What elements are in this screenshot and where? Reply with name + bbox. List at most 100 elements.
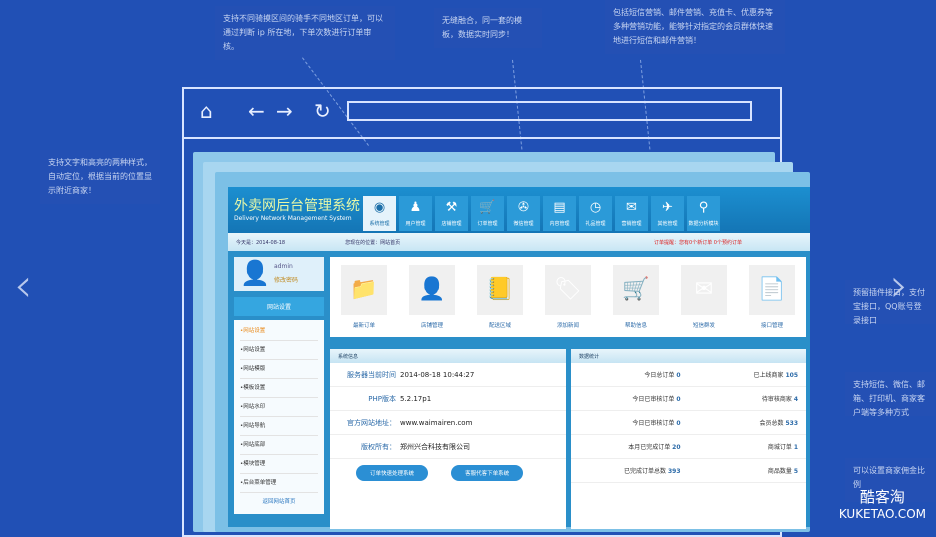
tab-3[interactable]: 🛒 订单管理 [471,196,504,231]
stat-value: 1 [793,444,798,451]
info-value: www.waimairen.com [400,418,473,427]
sidebar-title: 网站设置 [234,297,324,316]
tab-6[interactable]: ◷ 礼品管理 [579,196,612,231]
quick-action[interactable]: ✉ 短信群发 [681,265,727,337]
info-value: 5.2.17p1 [400,394,432,403]
sidebar-item[interactable]: •网站模版 [240,360,318,379]
stat-row: 已完成订单总数 393 商品数量 5 [571,459,806,483]
order-process-button[interactable]: 订单快速处理系统 [356,465,429,481]
quick-action-icon: 📒 [477,265,523,315]
tab-label: 其他管理 [657,221,678,227]
info-key: 版权所有： [361,442,396,451]
tab-8[interactable]: ✈ 其他管理 [651,196,684,231]
tab-1[interactable]: ♟ 用户管理 [399,196,432,231]
tab-4[interactable]: ✇ 微信管理 [507,196,540,231]
annotation-sync: 无缝融合，同一套的模板，数据实时同步！ [434,8,542,48]
quick-action[interactable]: 🏷 添加新闻 [545,265,591,337]
quick-action-label: 接口管理 [760,323,783,329]
quick-action-label: 配送区域 [488,323,511,329]
tab-icon: ✈ [662,200,673,215]
stat-cell: 已上线商家 105 [689,370,807,379]
quick-action[interactable]: 📒 配送区域 [477,265,523,337]
info-value: 郑州兴合科技有限公司 [400,442,470,451]
sidebar-item[interactable]: •网站底部 [240,436,318,455]
admin-window: 外卖网后台管理系统 Delivery Network Management Sys… [228,187,810,529]
admin-logo: 外卖网后台管理系统 Delivery Network Management Sys… [234,198,360,222]
sidebar-item[interactable]: •模板设置 [240,379,318,398]
address-bar[interactable] [347,101,752,121]
annotation-marketing: 包括短信营销、邮件营销、充值卡、优惠券等多种营销功能，能够针对指定的会员群体快速… [605,0,785,54]
stat-cell: 会员总数 533 [689,418,807,427]
annotation-location: 支持文字和高亮的两种样式，自动定位，根据当前的位置显示附近商家！ [40,150,160,204]
stat-value: 5 [793,468,798,475]
stat-cell: 今日总订单 0 [571,370,689,379]
stat-value: 0 [676,396,681,403]
back-home-link[interactable]: 返回网站首页 [240,493,318,512]
change-password-link[interactable]: 修改密码 [274,275,298,284]
stat-cell: 本月已完成订单 20 [571,442,689,451]
quick-action[interactable]: 🛒 帮助信息 [613,265,659,337]
stat-label: 会员总数 [759,420,784,427]
sidebar-item[interactable]: •模块管理 [240,455,318,474]
quick-action[interactable]: 📁 最新订单 [341,265,387,337]
sidebar-item[interactable]: •网站水印 [240,398,318,417]
back-arrow-icon[interactable]: ← [248,99,265,123]
stat-cell: 商城订单 1 [689,442,807,451]
tab-0[interactable]: ◉ 系统管理 [363,196,396,231]
stat-value: 20 [672,444,681,451]
quick-action-label: 最新订单 [352,323,375,329]
info-row: 服务器当前时间 2014-08-18 10:44:27 [330,363,566,387]
watermark-logo: 酷客淘 KUKETAO.COM [838,488,926,521]
home-icon[interactable]: ⌂ [200,99,213,123]
tab-label: 数据分析模块 [688,221,719,227]
tab-icon: ✇ [518,200,529,215]
next-slide-icon[interactable]: › [890,258,908,312]
order-alert: 订单提醒：您有0个新订单 0个预约订单 [654,239,742,246]
tab-icon: ⚲ [698,200,709,215]
stat-row: 今日已审核订单 0 会员总数 533 [571,411,806,435]
sidebar-item[interactable]: •网站导航 [240,417,318,436]
tab-label: 用户管理 [405,221,426,227]
tab-7[interactable]: ✉ 营销管理 [615,196,648,231]
tab-5[interactable]: ▤ 内容管理 [543,196,576,231]
stat-value: 105 [785,372,798,379]
stat-cell: 已完成订单总数 393 [571,466,689,475]
quick-action-icon: 👤 [409,265,455,315]
quick-action-label: 添加新闻 [556,323,579,329]
system-info-panel: 系统信息 服务器当前时间 2014-08-18 10:44:27 PHP版本 5.2.… [330,349,566,529]
customer-order-button[interactable]: 客服代客下单系统 [451,465,524,481]
quick-action-label: 店铺管理 [420,323,443,329]
tab-2[interactable]: ⚒ 店铺管理 [435,196,468,231]
info-value: 2014-08-18 10:44:27 [400,370,475,379]
info-bar: 今天是：2014-08-18 您现在的位置：网站首页 订单提醒：您有0个新订单 … [228,233,810,251]
stat-row: 今日总订单 0 已上线商家 105 [571,363,806,387]
tab-icon: ♟ [409,200,422,215]
refresh-icon[interactable]: ↻ [314,99,331,123]
forward-arrow-icon[interactable]: → [276,99,293,123]
quick-action[interactable]: 📄 接口管理 [749,265,795,337]
stat-label: 今日已审核订单 [632,396,675,403]
quick-action[interactable]: 👤 店铺管理 [409,265,455,337]
tab-icon: ▤ [553,200,566,215]
tab-label: 礼品管理 [585,221,606,227]
tab-icon: 🛒 [479,200,496,215]
stat-label: 今日已审核订单 [632,420,675,427]
quick-action-icon: 📁 [341,265,387,315]
quick-action-icon: ✉ [681,265,727,315]
prev-slide-icon[interactable]: ‹ [14,258,32,312]
info-key: PHP版本 [368,394,396,403]
stat-value: 533 [785,420,798,427]
tab-label: 店铺管理 [441,221,462,227]
info-row: PHP版本 5.2.17p1 [330,387,566,411]
tab-9[interactable]: ⚲ 数据分析模块 [687,196,720,231]
panel-title: 系统信息 [330,349,566,363]
info-key: 服务器当前时间 [347,370,396,379]
sidebar-item[interactable]: •后台菜单管理 [240,474,318,493]
panel-title: 数据统计 [571,349,806,363]
stats-panel: 数据统计 今日总订单 0 已上线商家 105 今日已审核订单 0 待审核商家 4 今日已… [571,349,806,529]
annotation-order-audit: 支持不同骑摸区间的骑手不同地区订单，可以通过判断 ip 所在地，下单次数进行订单… [215,6,395,60]
tab-label: 内容管理 [549,221,570,227]
sidebar-item[interactable]: •网站设置 [240,322,318,341]
quick-action-icon: 🛒 [613,265,659,315]
sidebar-item[interactable]: •网站设置 [240,341,318,360]
